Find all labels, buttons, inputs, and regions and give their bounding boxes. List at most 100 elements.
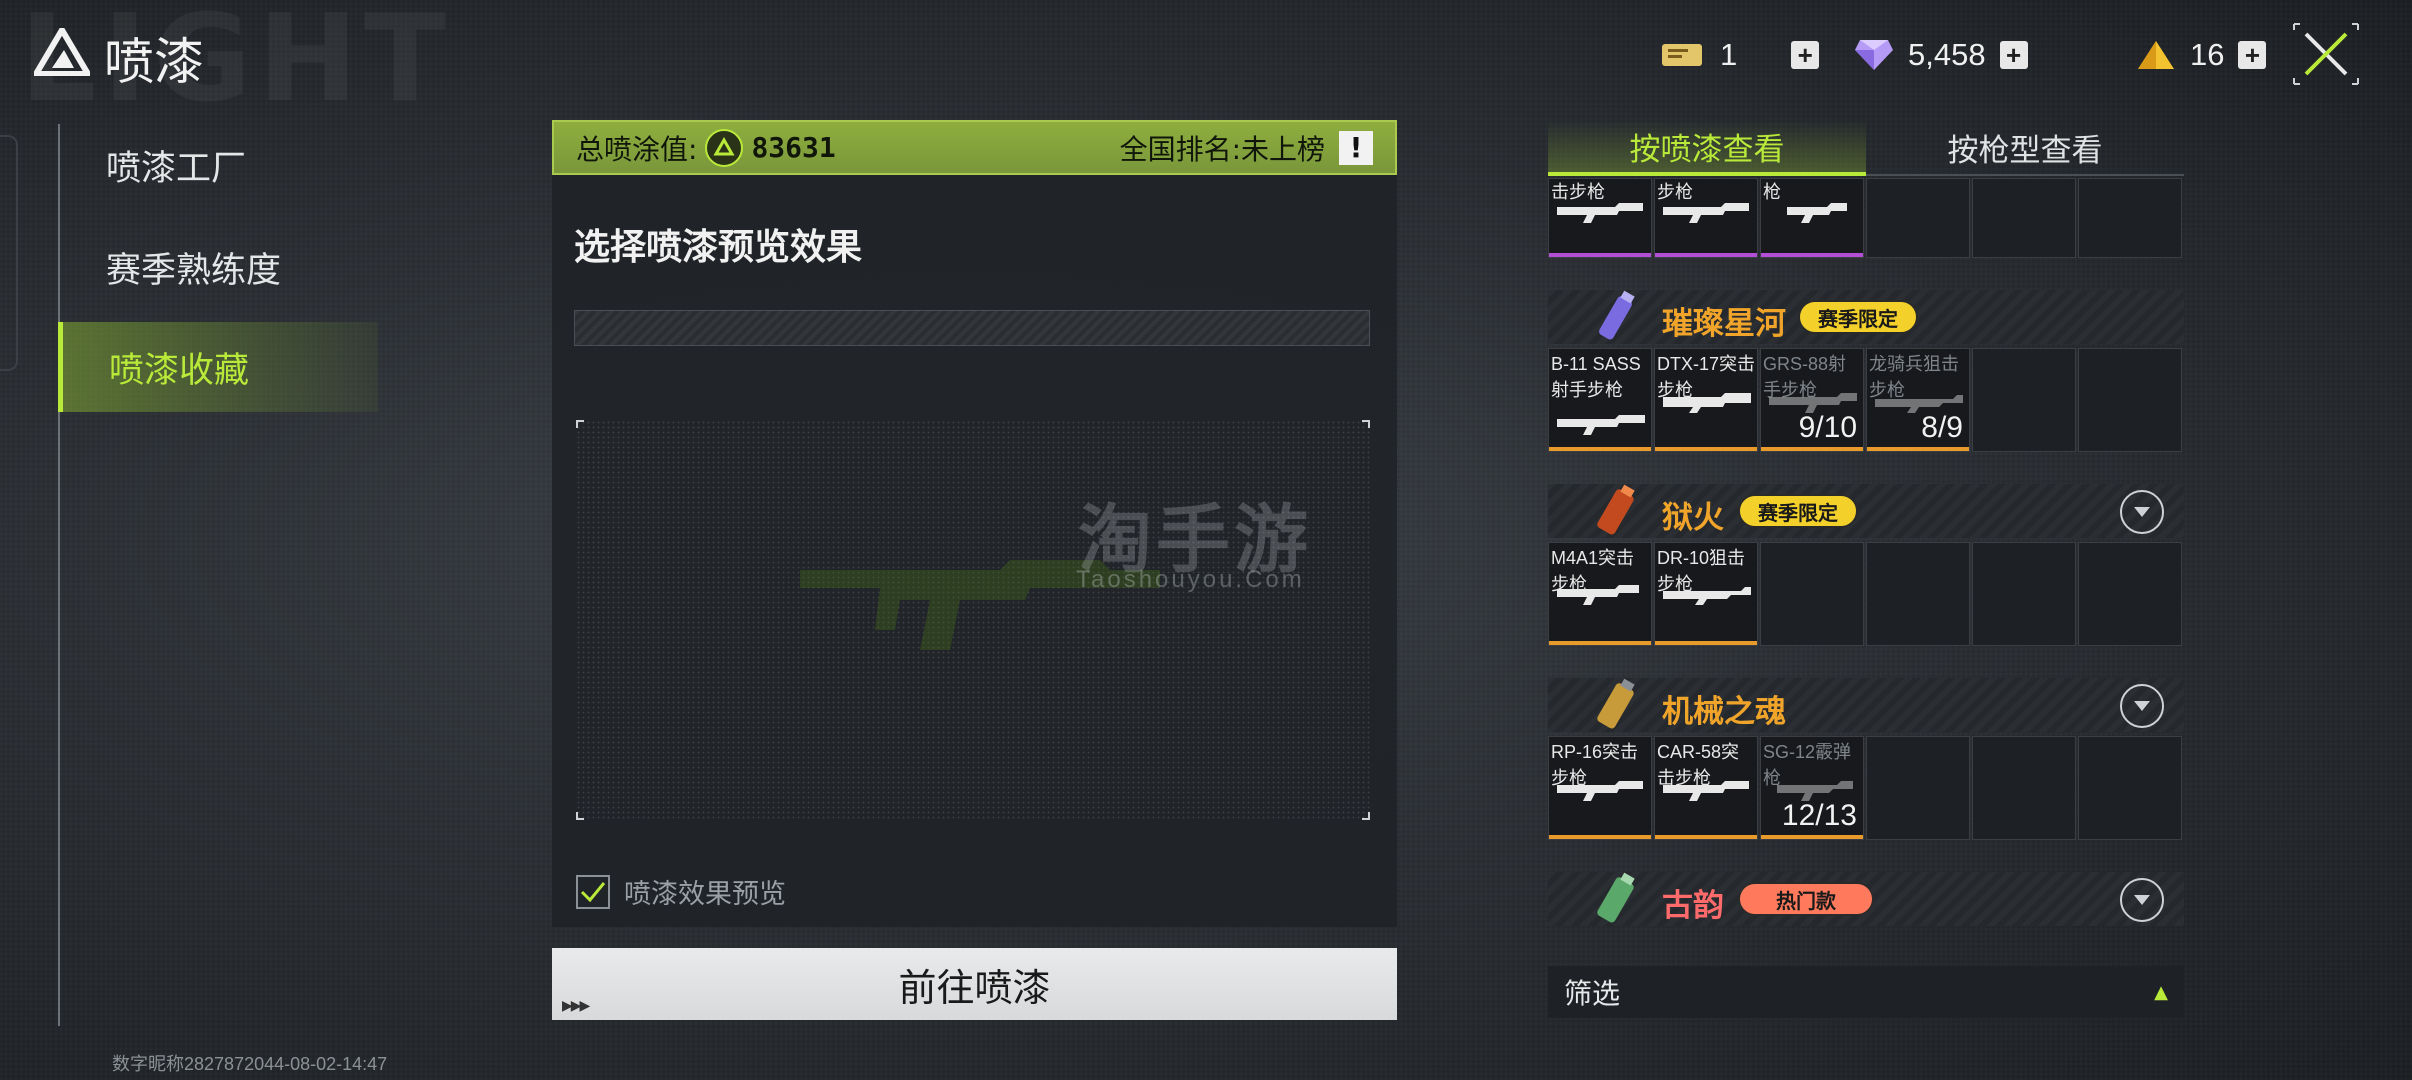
info-alert-button[interactable]: ! bbox=[1339, 130, 1373, 165]
rifle-icon bbox=[1663, 393, 1751, 413]
watermark-subtext: Taoshouyou.Com bbox=[1076, 566, 1305, 593]
close-icon[interactable] bbox=[2290, 20, 2362, 88]
currency-ticket: 1 + bbox=[1660, 32, 1820, 78]
preview-checkbox-label: 喷漆效果预览 bbox=[624, 879, 786, 910]
season-limited-badge: 赛季限定 bbox=[1738, 494, 1858, 528]
gun-cell[interactable]: DR-10狙击步枪 bbox=[1654, 542, 1758, 646]
ticket-count: 1 bbox=[1720, 37, 1738, 72]
score-coin-icon bbox=[705, 128, 744, 167]
spray-can-icon bbox=[1597, 872, 1635, 923]
spray-can-icon bbox=[1599, 290, 1635, 340]
diamond-icon bbox=[1855, 40, 1893, 70]
side-drawer-handle[interactable] bbox=[0, 135, 18, 371]
preview-toggle[interactable]: 喷漆效果预览 bbox=[576, 872, 786, 911]
nav-item-paint-factory[interactable]: 喷漆工厂 bbox=[60, 120, 380, 210]
empty-cell bbox=[1866, 736, 1970, 840]
paint-group-header[interactable]: 机械之魂 bbox=[1548, 678, 2184, 732]
smg-icon bbox=[1787, 203, 1847, 223]
rifle-icon bbox=[1557, 415, 1645, 435]
rifle-icon bbox=[1557, 203, 1643, 223]
preview-strip bbox=[574, 310, 1370, 346]
ticket-icon bbox=[1662, 44, 1702, 66]
gun-cell[interactable]: RP-16突击步枪 bbox=[1548, 736, 1652, 840]
gun-cell[interactable]: B-11 SASS射手步枪 bbox=[1548, 348, 1652, 452]
expand-chevron-icon[interactable] bbox=[2120, 878, 2164, 922]
rarity-bar bbox=[1549, 835, 1651, 839]
nav-item-label: 喷漆收藏 bbox=[109, 350, 250, 391]
empty-cell bbox=[1866, 542, 1970, 646]
empty-cell bbox=[1760, 542, 1864, 646]
nav-item-paint-collection[interactable]: 喷漆收藏 bbox=[58, 322, 378, 412]
tab-by-paint[interactable]: 按喷漆查看 bbox=[1548, 120, 1866, 176]
empty-cell bbox=[1972, 736, 2076, 840]
rarity-bar bbox=[1549, 447, 1651, 451]
paint-group-header[interactable]: 璀璨星河 赛季限定 bbox=[1548, 290, 2184, 344]
paint-group-name: 机械之魂 bbox=[1662, 694, 1786, 730]
add-diamond-button[interactable]: + bbox=[1999, 41, 2028, 69]
spray-can-icon bbox=[1597, 678, 1635, 729]
rarity-bar bbox=[1867, 447, 1969, 451]
nav-item-label: 赛季熟练度 bbox=[106, 250, 282, 291]
gun-cell-label: B-11 SASS射手步枪 bbox=[1551, 354, 1641, 400]
stats-bar: 总喷涂值: 83631 全国排名:未上榜 ! bbox=[552, 120, 1397, 175]
paint-group-name: 古韵 bbox=[1662, 888, 1724, 924]
gun-cell[interactable]: SG-12霰弹枪 12/13 bbox=[1760, 736, 1864, 840]
progress-count: 8/9 bbox=[1921, 411, 1963, 444]
rarity-bar bbox=[1761, 447, 1863, 451]
arrows-icon: ▶▶▶ bbox=[562, 998, 590, 1014]
progress-count: 9/10 bbox=[1798, 411, 1857, 444]
paint-group-header[interactable]: 狱火 赛季限定 bbox=[1548, 484, 2184, 538]
tab-label: 按枪型查看 bbox=[1947, 132, 2103, 169]
tab-label: 按喷漆查看 bbox=[1629, 131, 1785, 168]
gun-cell[interactable]: 龙骑兵狙击步枪 8/9 bbox=[1866, 348, 1970, 452]
empty-cell bbox=[2078, 178, 2182, 258]
gun-cell[interactable]: GRS-88射手步枪 9/10 bbox=[1760, 348, 1864, 452]
paint-group-name: 狱火 bbox=[1662, 500, 1724, 536]
gun-cell[interactable]: 枪 bbox=[1760, 178, 1864, 258]
go-spray-label: 前往喷漆 bbox=[898, 965, 1051, 1010]
triangle-up-icon: ▲ bbox=[2154, 981, 2168, 1003]
rifle-icon bbox=[1557, 585, 1639, 605]
empty-cell bbox=[2078, 348, 2182, 452]
currency-diamond: 5,458 + bbox=[1854, 32, 2028, 78]
rifle-icon bbox=[1663, 781, 1749, 801]
spray-can-icon bbox=[1597, 484, 1635, 535]
add-ticket-button[interactable]: + bbox=[1791, 41, 1820, 69]
empty-cell bbox=[2078, 542, 2182, 646]
total-score-label: 总喷涂值: bbox=[576, 132, 698, 166]
filter-label: 筛选 bbox=[1564, 977, 1621, 1010]
add-pyramid-button[interactable]: + bbox=[2238, 41, 2267, 69]
rarity-bar bbox=[1655, 447, 1757, 451]
progress-count: 12/13 bbox=[1781, 799, 1857, 832]
gun-cell[interactable]: 步枪 bbox=[1654, 178, 1758, 258]
currency-pyramid: 16 + bbox=[2136, 32, 2267, 78]
rarity-bar bbox=[1655, 253, 1757, 257]
gun-cell[interactable]: DTX-17突击步枪 bbox=[1654, 348, 1758, 452]
pyramid-count: 16 bbox=[2190, 37, 2225, 72]
paint-group-header[interactable]: 古韵 热门款 bbox=[1548, 872, 2184, 926]
gun-cell-row: B-11 SASS射手步枪 DTX-17突击步枪 GRS-88射手步枪 9/10… bbox=[1548, 348, 2184, 452]
nav-item-season-mastery[interactable]: 赛季熟练度 bbox=[60, 222, 380, 312]
checkmark-icon bbox=[580, 881, 606, 902]
rifle-icon bbox=[1557, 781, 1643, 801]
gun-cell[interactable]: CAR-58突击步枪 bbox=[1654, 736, 1758, 840]
paint-group-name: 璀璨星河 bbox=[1662, 306, 1786, 342]
total-score-value: 83631 bbox=[751, 131, 836, 164]
gun-cell[interactable]: 击步枪 bbox=[1548, 178, 1652, 258]
rarity-bar bbox=[1549, 641, 1651, 645]
hot-badge: 热门款 bbox=[1738, 882, 1874, 916]
expand-chevron-icon[interactable] bbox=[2120, 490, 2164, 534]
expand-chevron-icon[interactable] bbox=[2120, 684, 2164, 728]
preview-checkbox[interactable] bbox=[576, 874, 610, 909]
app-logo-icon bbox=[34, 28, 90, 76]
tab-by-gun[interactable]: 按枪型查看 bbox=[1866, 120, 2184, 176]
gun-cell[interactable]: M4A1突击步枪 bbox=[1548, 542, 1652, 646]
season-limited-badge: 赛季限定 bbox=[1798, 300, 1918, 334]
gun-cell-row: M4A1突击步枪 DR-10狙击步枪 bbox=[1548, 542, 2184, 646]
footer-user-id: 数字昵称2827872044-08-02-14:47 bbox=[112, 1054, 388, 1074]
pyramid-icon bbox=[2138, 41, 2174, 69]
filter-dropdown[interactable]: 筛选 ▲ bbox=[1548, 966, 2184, 1018]
go-spray-button[interactable]: 前往喷漆 ▶▶▶ bbox=[552, 948, 1397, 1020]
empty-cell bbox=[1866, 178, 1970, 258]
preview-title: 选择喷漆预览效果 bbox=[574, 227, 863, 268]
